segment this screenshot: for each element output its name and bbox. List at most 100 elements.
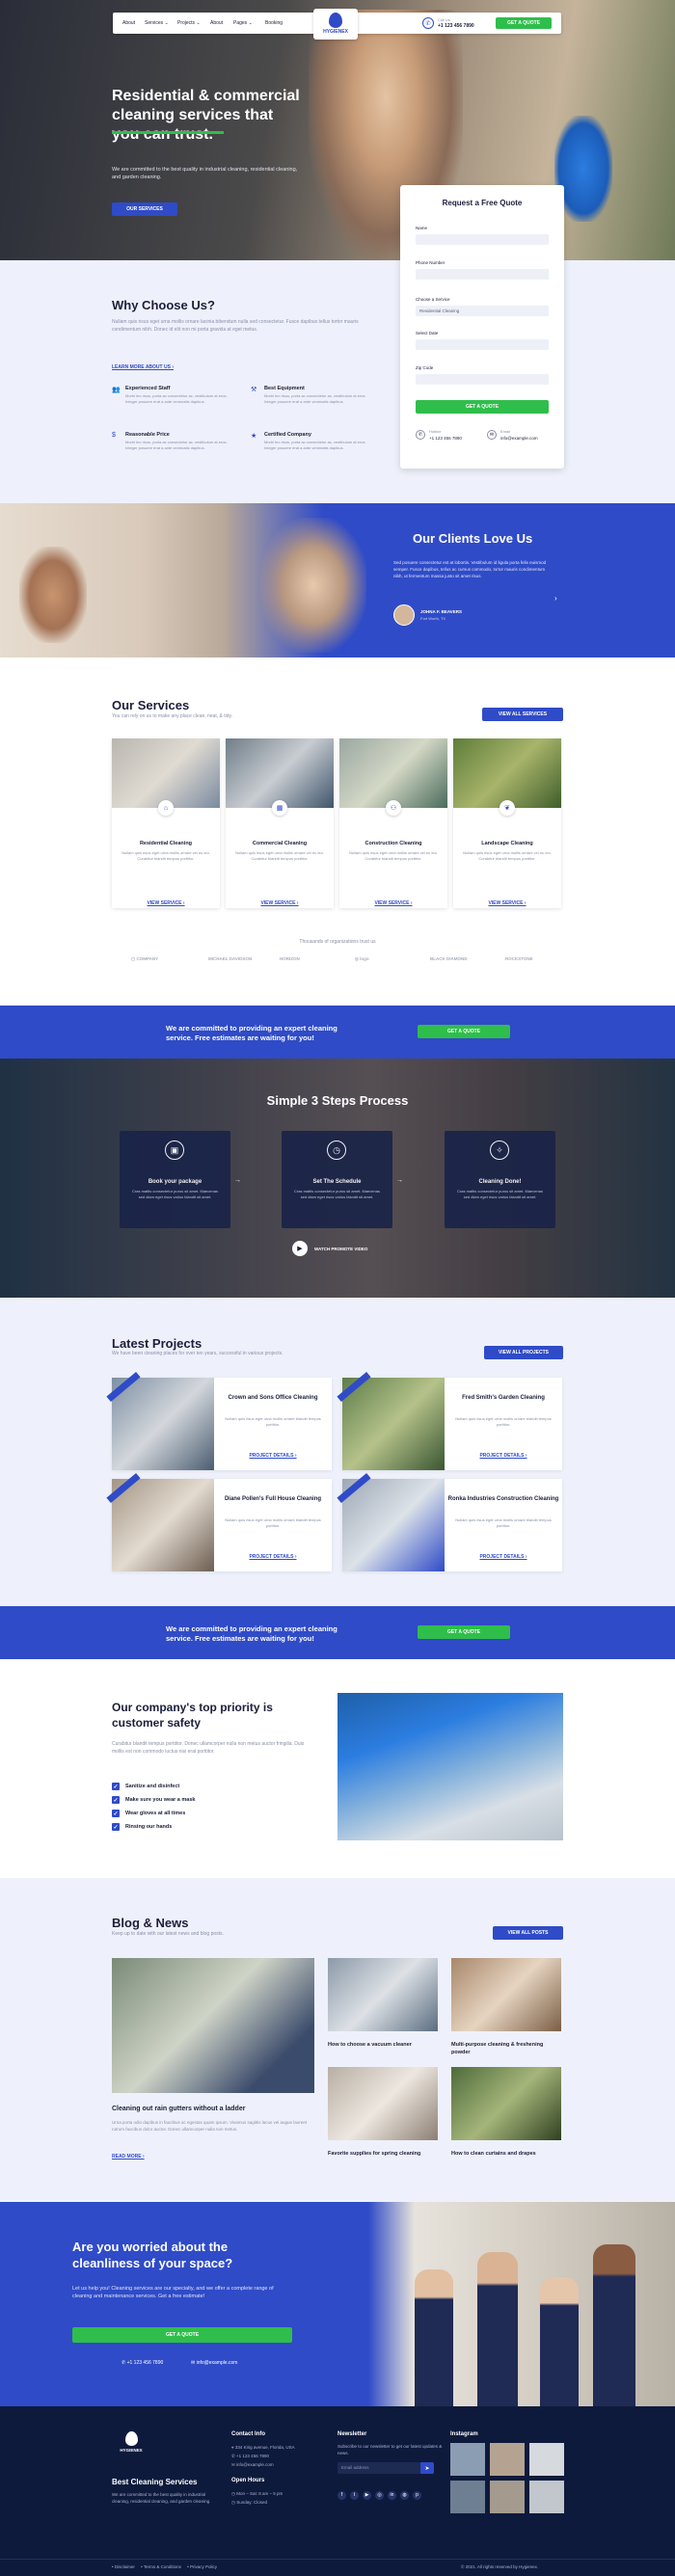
blog-post-title[interactable]: Multi-purpose cleaning & freshening powd… <box>451 2041 561 2056</box>
name-field[interactable] <box>416 234 549 245</box>
instagram-photo[interactable] <box>490 2481 525 2513</box>
facebook-icon[interactable]: f <box>338 2490 346 2500</box>
project-details-link[interactable]: PROJECT DETAILS › <box>249 1453 296 1459</box>
footer-link[interactable]: • Terms & Conditions <box>141 2564 181 2569</box>
service-card-residential[interactable]: ⌂ Residential Cleaning Nullam quis risus… <box>112 738 220 908</box>
email-value[interactable]: info@example.com <box>500 436 538 441</box>
read-more-link[interactable]: READ MORE › <box>112 2154 145 2160</box>
clients-title: Our Clients Love Us <box>413 531 533 546</box>
blog-post-card[interactable]: Favorite supplies for spring cleaning <box>328 2067 438 2158</box>
instagram-icon[interactable]: ◎ <box>375 2490 384 2500</box>
instagram-photo[interactable] <box>490 2443 525 2476</box>
cleaner-photo <box>540 2277 579 2406</box>
nav-item-services[interactable]: Services ⌄ <box>145 20 169 26</box>
projects-title: Latest Projects <box>112 1336 202 1351</box>
view-service-link[interactable]: VIEW SERVICE › <box>374 900 412 906</box>
service-label: Choose a Service <box>416 297 450 302</box>
view-service-link[interactable]: VIEW SERVICE › <box>147 900 184 906</box>
check-item: ✓ Wear gloves at all times <box>112 1810 186 1817</box>
email-icon: ✉ <box>231 2462 235 2467</box>
testimonial-location: Fort Worth, TX <box>420 616 446 621</box>
phone-field[interactable] <box>416 269 549 280</box>
copyright: © 2021. All rights reserved by Hygienex. <box>461 2564 539 2569</box>
quote-form-title: Request a Free Quote <box>442 199 523 207</box>
blog-post-title[interactable]: Favorite supplies for spring cleaning <box>328 2150 438 2158</box>
youtube-icon[interactable]: ▶ <box>363 2490 371 2500</box>
nav-quote-button[interactable]: GET A QUOTE <box>496 17 552 29</box>
nav-item-projects[interactable]: Projects ⌄ <box>177 20 201 26</box>
instagram-photo[interactable] <box>529 2481 564 2513</box>
banner-text: We are committed to providing an expert … <box>166 1024 338 1042</box>
staff-icon: 👥 <box>112 387 121 393</box>
nav-item-booking[interactable]: Booking <box>265 20 283 26</box>
view-all-services-button[interactable]: VIEW ALL SERVICES <box>482 708 563 721</box>
project-details-link[interactable]: PROJECT DETAILS › <box>479 1453 526 1459</box>
step-book-package: ▣ Book your package Cras mattis consecte… <box>120 1131 230 1228</box>
newsletter-email-input[interactable]: Email address ➤ <box>338 2462 434 2474</box>
footer-link[interactable]: • Disclaimer <box>112 2564 135 2569</box>
featured-post-image[interactable] <box>112 1958 314 2093</box>
play-icon[interactable]: ▶ <box>292 1241 308 1256</box>
featured-post-title[interactable]: Cleaning out rain gutters without a ladd… <box>112 2106 245 2112</box>
step-arrow-icon: → <box>234 1177 241 1184</box>
nav-item-about-2[interactable]: About <box>210 20 223 26</box>
hotline-value[interactable]: +1 123 456 7890 <box>429 436 462 441</box>
blog-post-title[interactable]: How to clean curtains and drapes <box>451 2150 561 2158</box>
footer-link[interactable]: • Privacy Policy <box>187 2564 217 2569</box>
watch-video-link[interactable]: WATCH PROMOTE VIDEO <box>314 1247 367 1251</box>
pinterest-icon[interactable]: p <box>413 2490 421 2500</box>
quote-submit-button[interactable]: GET A QUOTE <box>416 400 549 414</box>
instagram-grid <box>450 2443 564 2513</box>
instagram-photo[interactable] <box>450 2481 485 2513</box>
house-icon: ⌂ <box>158 800 174 816</box>
project-details-link[interactable]: PROJECT DETAILS › <box>479 1554 526 1560</box>
blog-post-title[interactable]: How to choose a vacuum cleaner <box>328 2041 438 2049</box>
twitter-icon[interactable]: t <box>350 2490 359 2500</box>
cta-quote-button[interactable]: GET A QUOTE <box>72 2327 292 2343</box>
banner-quote-button[interactable]: GET A QUOTE <box>418 1625 510 1639</box>
site-logo[interactable]: HYGIENEX <box>313 9 358 40</box>
banner-quote-button[interactable]: GET A QUOTE <box>418 1025 510 1038</box>
feature-description: Morbi leo risus, porta ac consectetur ac… <box>264 393 366 404</box>
view-service-link[interactable]: VIEW SERVICE › <box>488 900 526 906</box>
project-card-crown[interactable]: Crown and Sons Office Cleaning Nullam qu… <box>106 1371 332 1470</box>
blog-post-card[interactable]: How to choose a vacuum cleaner <box>328 1958 438 2049</box>
instagram-photo[interactable] <box>450 2443 485 2476</box>
project-title: Fred Smith's Garden Cleaning <box>462 1395 545 1401</box>
blog-post-card[interactable]: Multi-purpose cleaning & freshening powd… <box>451 1958 561 2056</box>
phone-label: Phone Number <box>416 260 446 265</box>
nav-phone[interactable]: +1 123 456 7890 <box>438 23 474 29</box>
why-learn-more-link[interactable]: LEARN MORE ABOUT US › <box>112 364 174 370</box>
hotline-icon: ✆ <box>416 430 425 440</box>
footer-logo[interactable]: HYGIENEX <box>112 2431 150 2453</box>
blog-post-card[interactable]: How to clean curtains and drapes <box>451 2067 561 2158</box>
nav-item-about[interactable]: About <box>122 20 135 26</box>
service-card-commercial[interactable]: ▦ Commercial Cleaning Nullam quis risus … <box>226 738 334 908</box>
blog-post-image <box>328 2067 438 2140</box>
cta-phone[interactable]: ✆ +1 123 456 7890 <box>122 2360 163 2366</box>
nav-item-pages[interactable]: Pages ⌄ <box>233 20 253 26</box>
service-select[interactable]: Residential Cleaning <box>416 306 549 316</box>
price-icon: $ <box>112 432 116 439</box>
project-description: Nullam quis risus eget urna mollis ornar… <box>455 1517 552 1528</box>
linkedin-icon[interactable]: in <box>388 2490 396 2500</box>
send-icon[interactable]: ➤ <box>420 2462 434 2474</box>
safety-description: Curabitur blandit tempus porttitor. Done… <box>112 1741 305 1755</box>
dribbble-icon[interactable]: ◍ <box>400 2490 409 2500</box>
view-all-posts-button[interactable]: VIEW ALL POSTS <box>493 1926 563 1940</box>
cta-email[interactable]: ✉ info@example.com <box>191 2360 237 2366</box>
service-card-construction[interactable]: ⚇ Construction Cleaning Nullam quis risu… <box>339 738 447 908</box>
view-all-projects-button[interactable]: VIEW ALL PROJECTS <box>484 1346 563 1359</box>
zip-field[interactable] <box>416 374 549 385</box>
service-title: Construction Cleaning <box>364 841 422 846</box>
project-card-fred-smith[interactable]: Fred Smith's Garden Cleaning Nullam quis… <box>337 1371 562 1470</box>
project-card-diane-pollen[interactable]: Diane Pollen's Full House Cleaning Nulla… <box>106 1472 332 1571</box>
next-arrow-icon[interactable]: › <box>554 594 557 603</box>
hero-services-button[interactable]: OUR SERVICES <box>112 202 177 216</box>
project-card-ronka[interactable]: Ronka Industries Construction Cleaning N… <box>337 1472 562 1571</box>
instagram-photo[interactable] <box>529 2443 564 2476</box>
view-service-link[interactable]: VIEW SERVICE › <box>260 900 298 906</box>
date-field[interactable] <box>416 339 549 350</box>
project-details-link[interactable]: PROJECT DETAILS › <box>249 1554 296 1560</box>
service-card-landscape[interactable]: ❦ Landscape Cleaning Nullam quis risus e… <box>453 738 561 908</box>
